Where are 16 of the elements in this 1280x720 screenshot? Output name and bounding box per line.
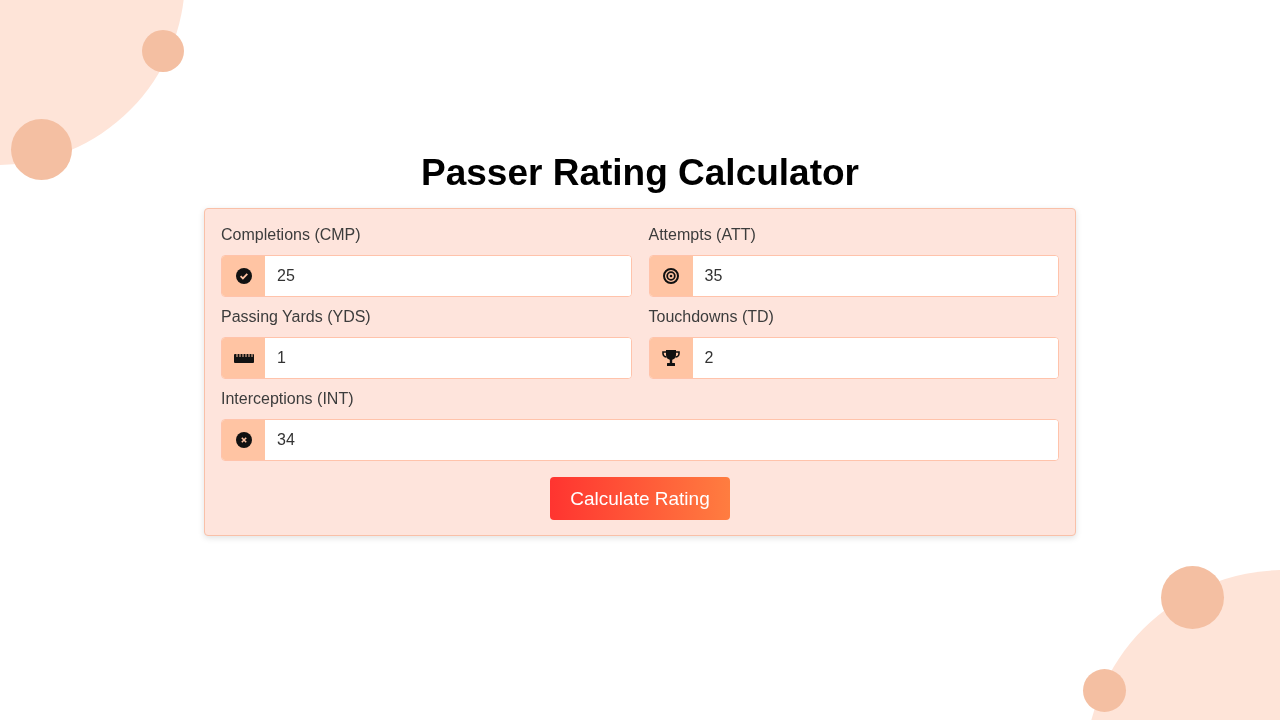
x-circle-icon (235, 432, 252, 448)
number-input[interactable]: 34 (221, 419, 1059, 461)
number-input[interactable]: 2 (648, 337, 1059, 379)
field-label: Interceptions (INT) (221, 389, 355, 409)
page-title: Passer Rating Calculator (421, 151, 859, 195)
target-icon (663, 268, 679, 284)
ruler-icon (233, 353, 254, 363)
trophy-icon (662, 350, 680, 366)
field-label: Passing Yards (YDS) (221, 307, 372, 327)
field-label: Touchdowns (TD) (648, 307, 775, 327)
field-label: Completions (CMP) (221, 225, 362, 245)
number-input[interactable]: 35 (648, 255, 1059, 297)
number-input[interactable]: 1 (221, 337, 632, 379)
field-label: Attempts (ATT) (648, 225, 757, 245)
number-input[interactable]: 25 (221, 255, 632, 297)
check-circle-icon (235, 268, 252, 284)
